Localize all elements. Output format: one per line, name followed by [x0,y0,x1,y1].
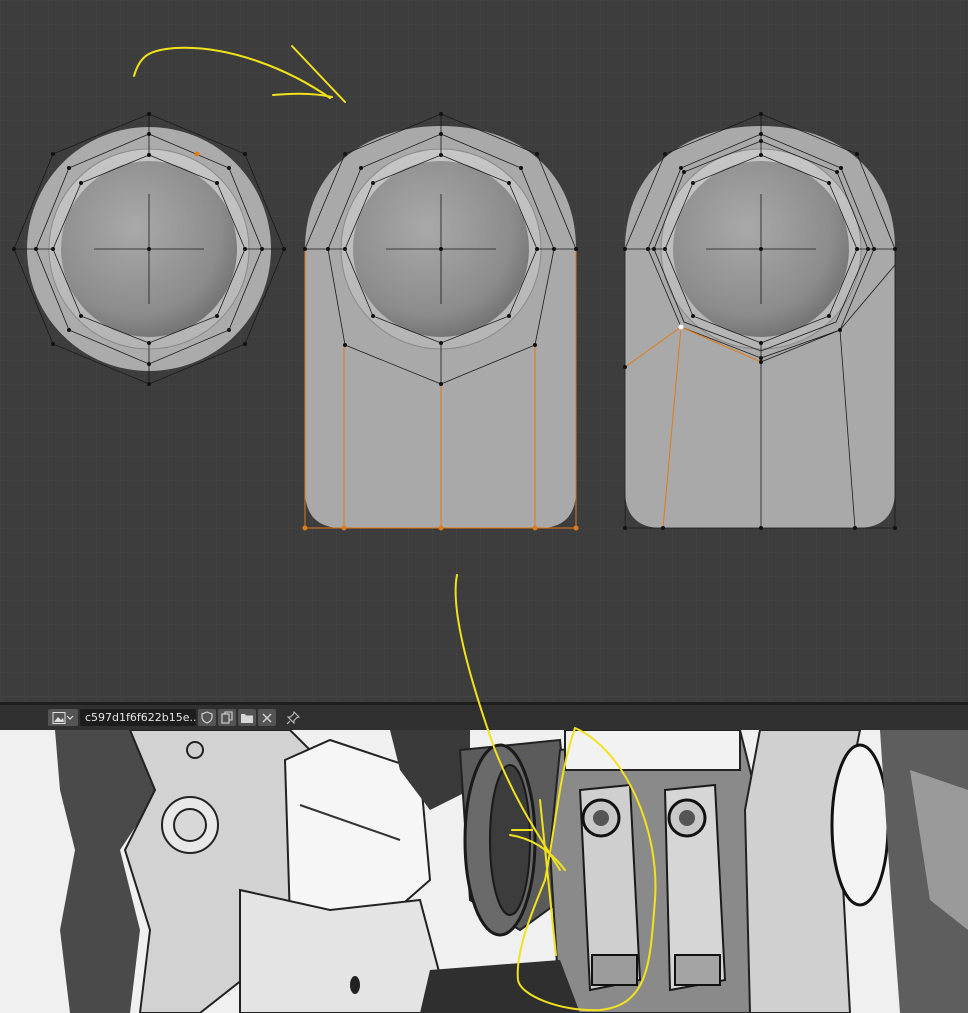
image-name-field[interactable]: c597d1f6f622b15e... [80,709,196,726]
viewport-canvas[interactable] [0,0,968,702]
mesh-object-refined[interactable] [623,112,897,530]
duplicate-icon [221,711,233,724]
open-image-button[interactable] [238,709,256,726]
reference-sketch [0,730,968,1013]
close-icon [262,713,272,722]
3d-viewport[interactable] [0,0,968,702]
image-type-button[interactable] [48,709,78,726]
pin-button[interactable] [284,709,302,726]
image-icon [52,711,74,724]
duplicate-button[interactable] [218,709,236,726]
shield-icon [201,711,213,724]
unlink-image-button[interactable] [258,709,276,726]
fake-user-button[interactable] [198,709,216,726]
mesh-object-round[interactable] [12,112,286,386]
reference-image-area[interactable] [0,730,968,1013]
folder-icon [241,713,253,723]
image-editor-header: c597d1f6f622b15e... [0,705,968,730]
pin-icon [286,710,300,724]
mesh-object-extended[interactable] [302,112,579,531]
